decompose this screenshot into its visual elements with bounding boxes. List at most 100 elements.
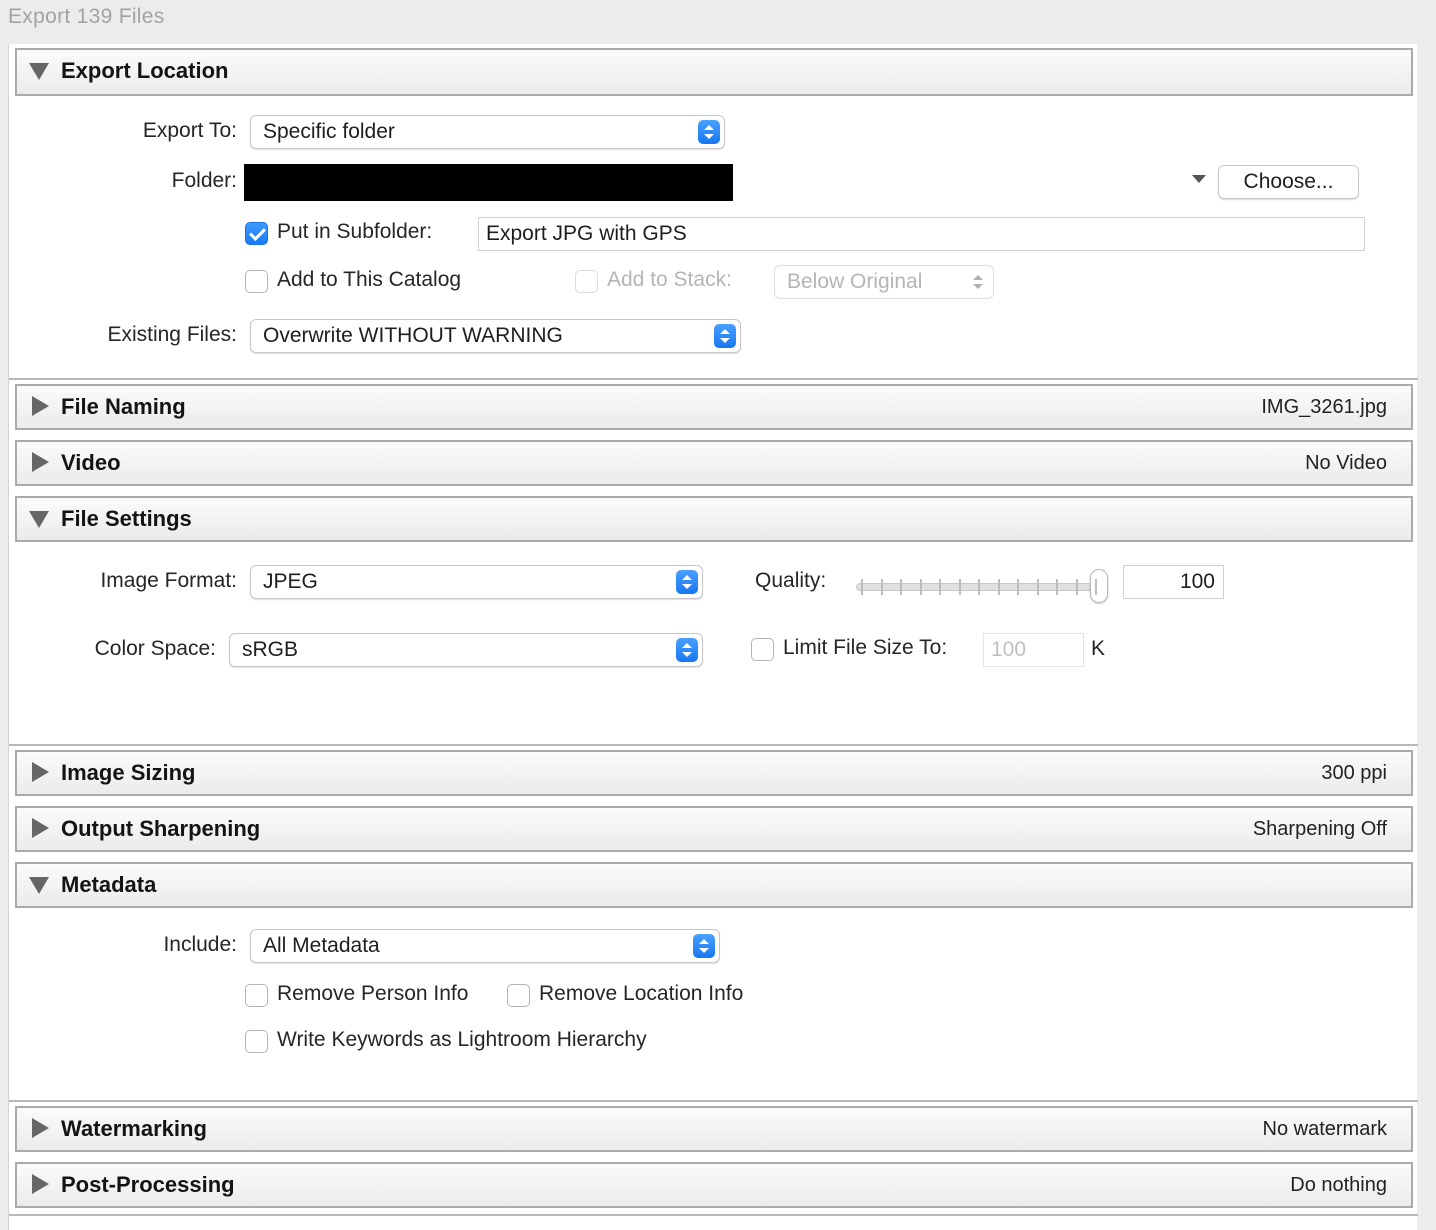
- color-space-value: sRGB: [242, 638, 299, 661]
- remove-person-info-label: Remove Person Info: [277, 982, 469, 1005]
- existing-files-value: Overwrite WITHOUT WARNING: [263, 324, 563, 347]
- export-dialog: Export Location Export To: Specific fold…: [8, 44, 1418, 1230]
- image-format-value: JPEG: [263, 570, 318, 593]
- triangle-right-icon[interactable]: [32, 452, 49, 472]
- up-down-chevron-icon: [714, 324, 736, 348]
- color-space-label: Color Space:: [94, 637, 216, 660]
- section-header-watermarking[interactable]: Watermarking No watermark: [15, 1106, 1413, 1152]
- put-in-subfolder-label: Put in Subfolder:: [277, 220, 433, 243]
- limit-file-size-label: Limit File Size To:: [783, 636, 948, 659]
- include-metadata-value: All Metadata: [263, 934, 380, 957]
- slider-tick: [939, 579, 941, 595]
- quality-label: Quality:: [755, 569, 827, 592]
- subfolder-name-input[interactable]: Export JPG with GPS: [478, 217, 1365, 251]
- section-title: Image Sizing: [61, 760, 196, 785]
- remove-person-info-checkbox[interactable]: [245, 984, 268, 1007]
- section-header-post-processing[interactable]: Post-Processing Do nothing: [15, 1162, 1413, 1208]
- folder-label: Folder:: [171, 169, 237, 192]
- slider-tick: [997, 579, 1000, 595]
- triangle-down-icon[interactable]: [29, 511, 49, 528]
- triangle-right-icon[interactable]: [32, 762, 49, 782]
- image-format-popup[interactable]: JPEG: [250, 565, 703, 599]
- window-title: Export 139 Files: [8, 5, 165, 28]
- triangle-down-icon[interactable]: [29, 877, 49, 894]
- section-summary: Sharpening Off: [1252, 818, 1387, 840]
- slider-tick: [861, 579, 863, 595]
- write-keywords-label: Write Keywords as Lightroom Hierarchy: [277, 1028, 647, 1051]
- export-to-value: Specific folder: [263, 120, 395, 143]
- include-metadata-popup[interactable]: All Metadata: [250, 929, 720, 963]
- limit-file-size-checkbox[interactable]: [751, 638, 774, 661]
- image-format-label: Image Format:: [100, 569, 237, 592]
- add-to-catalog-checkbox[interactable]: [245, 270, 268, 293]
- triangle-right-icon[interactable]: [32, 1174, 49, 1194]
- section-divider: [9, 1100, 1418, 1102]
- up-down-chevron-icon: [693, 934, 715, 958]
- limit-file-size-input[interactable]: 100: [983, 633, 1084, 667]
- section-header-output-sharpening[interactable]: Output Sharpening Sharpening Off: [15, 806, 1413, 852]
- section-title: Watermarking: [61, 1116, 207, 1141]
- section-summary: Do nothing: [1290, 1174, 1387, 1196]
- remove-location-info-label: Remove Location Info: [539, 982, 744, 1005]
- quality-slider-knob[interactable]: [1090, 569, 1108, 603]
- section-divider: [9, 744, 1418, 746]
- slider-tick: [1017, 579, 1019, 595]
- section-summary: No Video: [1305, 452, 1387, 474]
- section-summary: 300 ppi: [1321, 762, 1387, 784]
- limit-file-size-unit: K: [1091, 637, 1106, 660]
- slider-tick: [880, 579, 883, 595]
- add-to-stack-value: Below Original: [787, 270, 923, 293]
- section-summary: IMG_3261.jpg: [1261, 396, 1387, 418]
- up-down-chevron-icon: [698, 120, 720, 144]
- slider-tick: [1075, 579, 1078, 595]
- add-to-stack-checkbox[interactable]: [575, 270, 598, 293]
- section-summary: No watermark: [1262, 1118, 1387, 1140]
- up-down-chevron-icon: [967, 270, 989, 294]
- section-divider: [9, 1214, 1418, 1216]
- slider-tick: [900, 579, 902, 595]
- color-space-popup[interactable]: sRGB: [229, 633, 703, 667]
- section-title: Post-Processing: [61, 1172, 235, 1197]
- section-title: File Settings: [61, 506, 192, 531]
- existing-files-label: Existing Files:: [107, 323, 237, 346]
- add-to-stack-popup[interactable]: Below Original: [774, 265, 994, 299]
- section-divider: [9, 378, 1418, 380]
- quality-input[interactable]: 100: [1123, 565, 1224, 599]
- slider-tick: [919, 579, 922, 595]
- section-header-file-settings[interactable]: File Settings: [15, 496, 1413, 542]
- section-title: Metadata: [61, 872, 157, 897]
- slider-tick: [958, 579, 961, 595]
- up-down-chevron-icon: [676, 638, 698, 662]
- add-to-catalog-label: Add to This Catalog: [277, 268, 462, 291]
- quality-slider-track[interactable]: [856, 583, 1096, 591]
- triangle-down-icon[interactable]: [29, 63, 49, 80]
- triangle-right-icon[interactable]: [32, 1118, 49, 1138]
- remove-location-info-checkbox[interactable]: [507, 984, 530, 1007]
- choose-folder-button[interactable]: Choose...: [1218, 165, 1359, 199]
- section-title: Video: [61, 450, 121, 475]
- section-header-video[interactable]: Video No Video: [15, 440, 1413, 486]
- folder-path-redacted: [244, 164, 733, 201]
- existing-files-popup[interactable]: Overwrite WITHOUT WARNING: [250, 319, 741, 353]
- export-to-popup[interactable]: Specific folder: [250, 115, 725, 149]
- slider-tick: [1036, 579, 1039, 595]
- slider-tick: [978, 579, 980, 595]
- add-to-stack-label: Add to Stack:: [607, 268, 732, 291]
- section-header-file-naming[interactable]: File Naming IMG_3261.jpg: [15, 384, 1413, 430]
- triangle-right-icon[interactable]: [32, 396, 49, 416]
- section-title: Output Sharpening: [61, 816, 261, 841]
- export-to-label: Export To:: [142, 119, 237, 142]
- section-title: Export Location: [61, 58, 229, 83]
- section-title: File Naming: [61, 394, 186, 419]
- slider-tick: [1056, 579, 1058, 595]
- section-header-image-sizing[interactable]: Image Sizing 300 ppi: [15, 750, 1413, 796]
- section-header-export-location[interactable]: Export Location: [15, 48, 1413, 96]
- put-in-subfolder-checkbox[interactable]: [245, 222, 268, 245]
- folder-history-dropdown-icon[interactable]: [1192, 175, 1206, 183]
- up-down-chevron-icon: [676, 570, 698, 594]
- write-keywords-checkbox[interactable]: [245, 1030, 268, 1053]
- slider-tick: [1095, 579, 1097, 595]
- section-header-metadata[interactable]: Metadata: [15, 862, 1413, 908]
- triangle-right-icon[interactable]: [32, 818, 49, 838]
- include-label: Include:: [163, 933, 237, 956]
